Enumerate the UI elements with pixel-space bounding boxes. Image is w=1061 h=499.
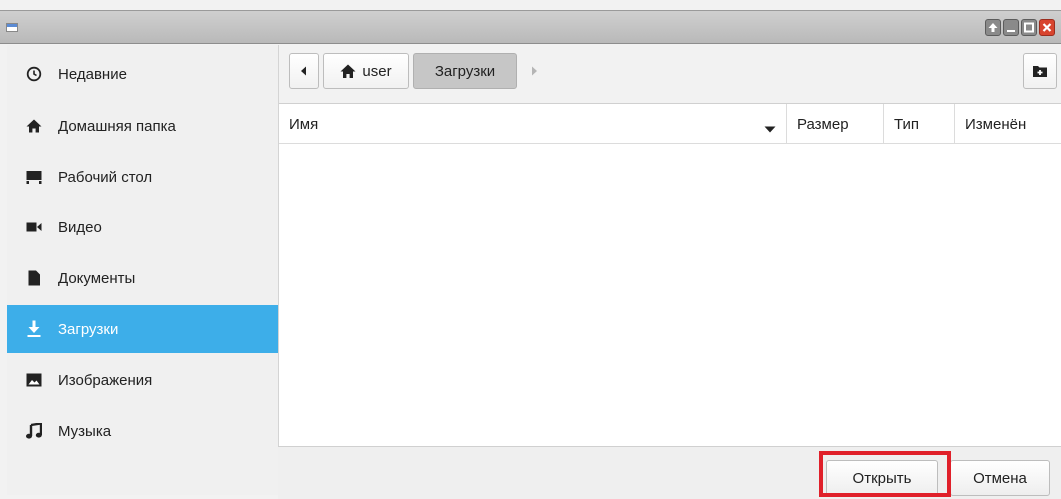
column-header: Имя Размер Тип Изменён (279, 104, 1061, 144)
sidebar-item-desktop[interactable]: Рабочий стол (7, 153, 278, 201)
column-size[interactable]: Размер (787, 104, 884, 144)
path-bar: user Загрузки (279, 45, 1061, 104)
sidebar-item-label: Документы (58, 269, 136, 287)
window-icon (6, 23, 18, 32)
sort-descending-icon (764, 120, 776, 137)
places-sidebar: Недавние Домашняя папка Рабочий стол Вид… (7, 45, 278, 495)
path-segment-label: Загрузки (434, 62, 496, 80)
sidebar-item-label: Рабочий стол (58, 168, 153, 186)
cancel-button-label: Отмена (973, 469, 1027, 487)
path-segment-downloads[interactable]: Загрузки (413, 53, 517, 89)
sidebar-item-videos[interactable]: Видео (7, 203, 278, 251)
minimize-icon[interactable] (1003, 19, 1019, 36)
file-chooser-dialog: Недавние Домашняя папка Рабочий стол Вид… (0, 0, 1061, 499)
chevron-right-icon (530, 66, 538, 76)
home-icon (340, 64, 356, 79)
open-button[interactable]: Открыть (826, 460, 938, 496)
cancel-button[interactable]: Отмена (950, 460, 1050, 496)
column-label: Изменён (965, 115, 1027, 133)
home-icon (25, 117, 43, 135)
sidebar-item-label: Видео (58, 218, 102, 236)
title-bar[interactable] (0, 10, 1061, 44)
sidebar-item-label: Домашняя папка (58, 117, 176, 135)
create-folder-button[interactable] (1023, 53, 1057, 89)
file-list[interactable] (279, 144, 1061, 446)
video-icon (25, 218, 43, 236)
download-icon (25, 320, 43, 338)
sidebar-item-music[interactable]: Музыка (7, 407, 278, 455)
image-icon (25, 371, 43, 389)
dialog-button-bar: Открыть Отмена (278, 446, 1061, 499)
document-icon (25, 269, 43, 287)
new-folder-icon (1033, 65, 1047, 77)
close-icon[interactable] (1039, 19, 1055, 36)
column-label: Имя (289, 115, 319, 133)
column-label: Тип (894, 115, 920, 133)
file-browser: user Загрузки Имя Размер Тип Изменён (278, 45, 1061, 446)
column-label: Размер (797, 115, 849, 133)
sidebar-item-downloads[interactable]: Загрузки (7, 305, 278, 353)
column-type[interactable]: Тип (884, 104, 955, 144)
path-forward-button[interactable] (521, 53, 547, 89)
sidebar-item-label: Недавние (58, 65, 127, 83)
sidebar-item-label: Музыка (58, 422, 112, 440)
path-back-button[interactable] (289, 53, 319, 89)
arrow-up-icon[interactable] (985, 19, 1001, 36)
chevron-left-icon (300, 66, 308, 76)
sidebar-item-documents[interactable]: Документы (7, 254, 278, 302)
music-icon (25, 422, 43, 440)
sidebar-item-home[interactable]: Домашняя папка (7, 102, 278, 150)
clock-icon (25, 65, 43, 83)
sidebar-item-recent[interactable]: Недавние (7, 50, 278, 98)
open-button-label: Открыть (852, 469, 912, 487)
path-segment-user[interactable]: user (323, 53, 409, 89)
column-name[interactable]: Имя (279, 104, 787, 144)
sidebar-item-pictures[interactable]: Изображения (7, 356, 278, 404)
sidebar-item-label: Изображения (58, 371, 153, 389)
maximize-icon[interactable] (1021, 19, 1037, 36)
sidebar-item-label: Загрузки (58, 320, 119, 338)
path-segment-label: user (362, 62, 392, 80)
desktop-icon (25, 168, 43, 186)
column-modified[interactable]: Изменён (955, 104, 1061, 144)
